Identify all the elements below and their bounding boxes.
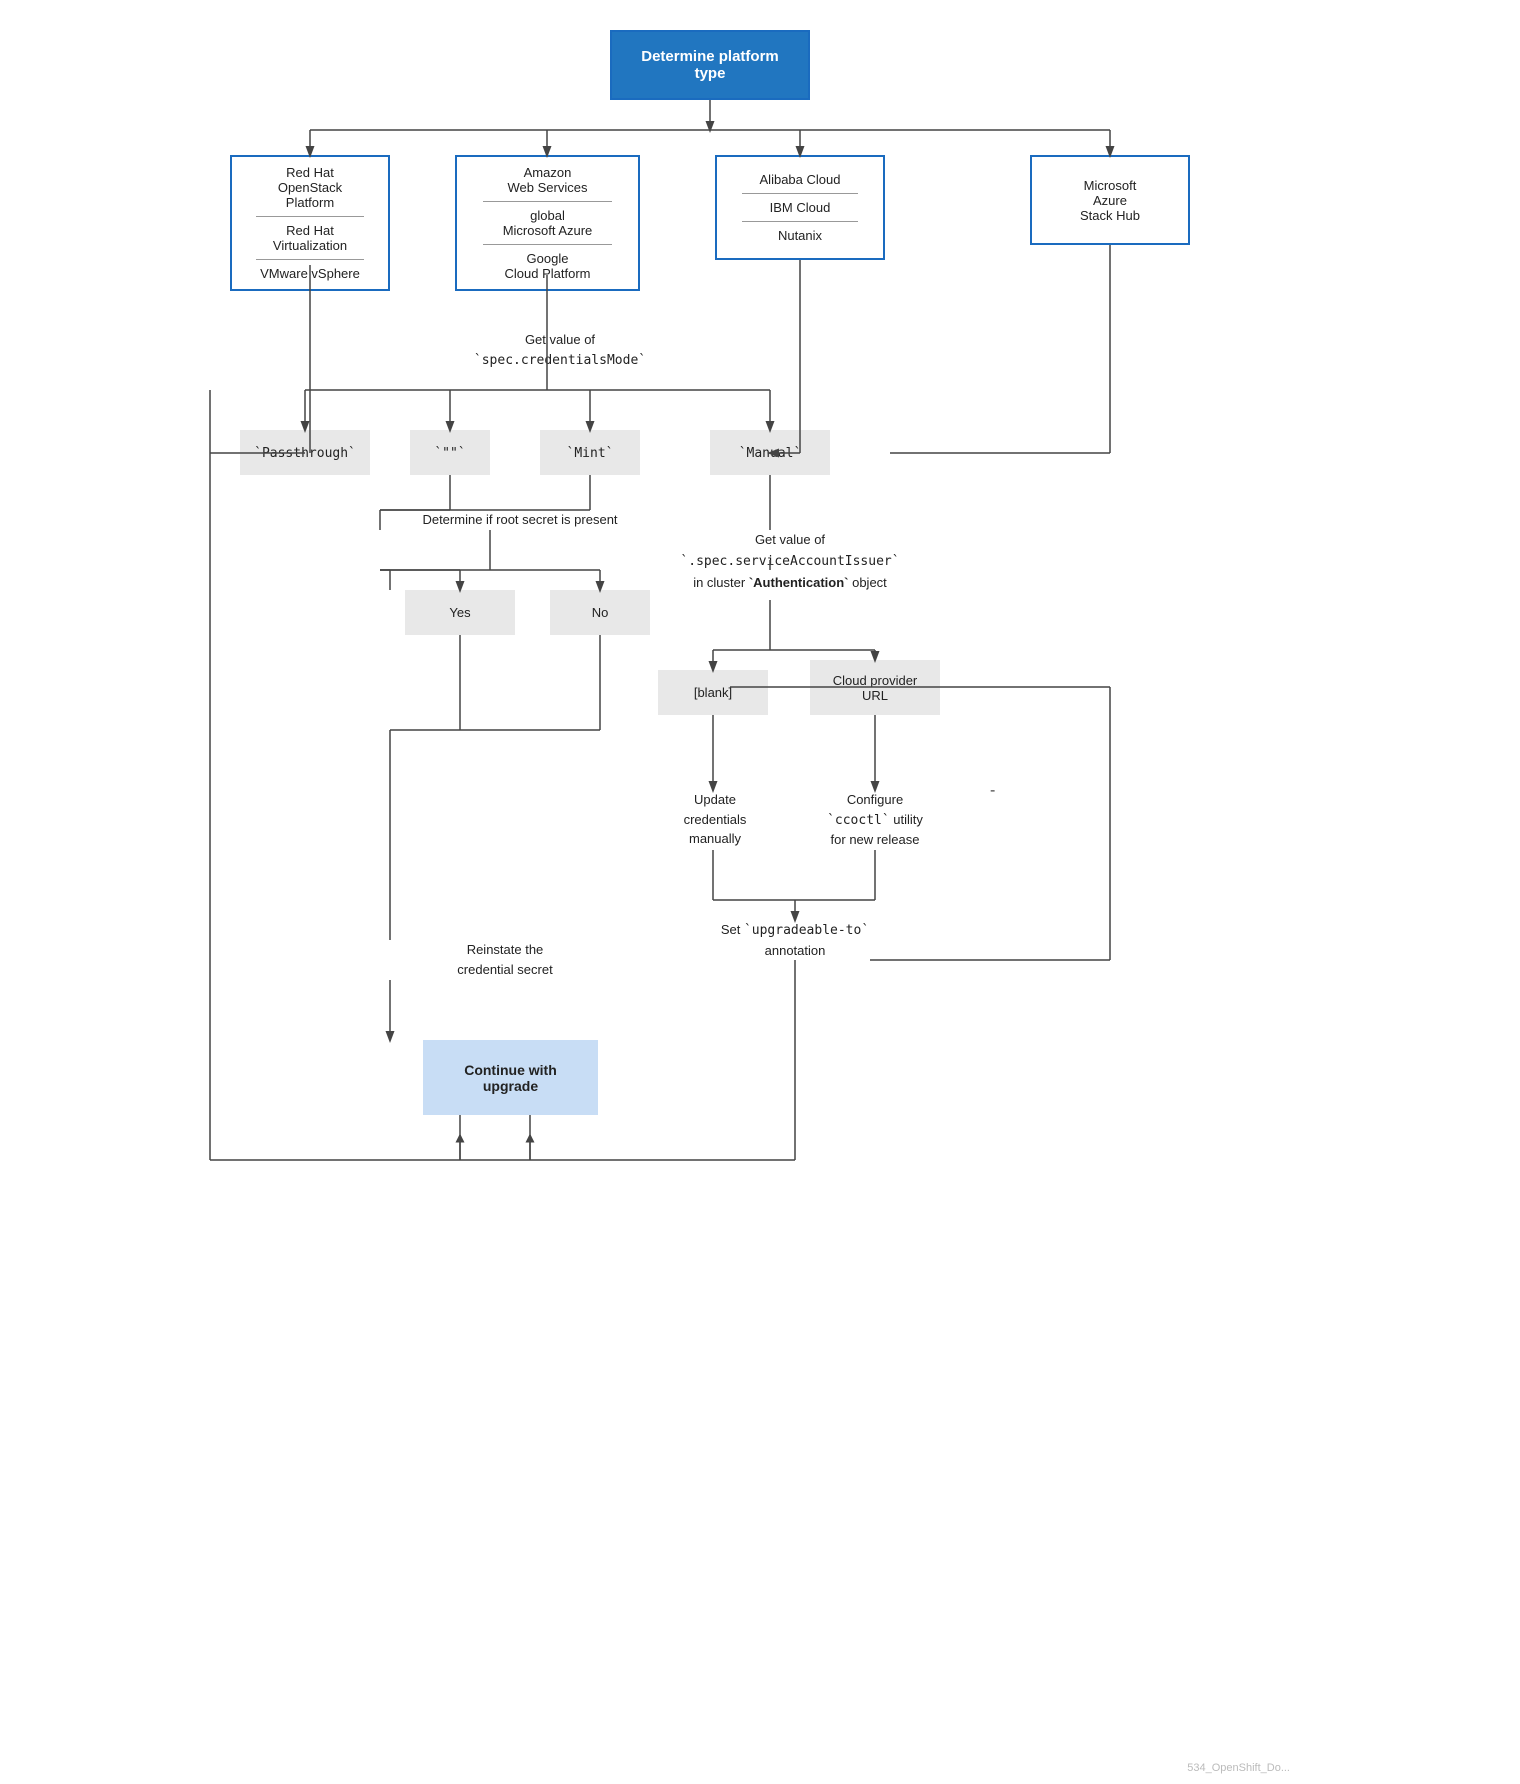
- service-account-issuer-label: Get value of`.spec.serviceAccountIssuer`…: [650, 530, 930, 593]
- configure-ccoctl-label: Configure`ccoctl` utilityfor new release: [810, 790, 940, 850]
- alibaba-item-2: IBM Cloud: [770, 200, 831, 215]
- azure-label: MicrosoftAzureStack Hub: [1080, 178, 1140, 223]
- reinstate-credential-label: Reinstate thecredential secret: [425, 940, 585, 979]
- passthrough-node: `Passthrough`: [240, 430, 370, 475]
- platform-item-1: Red HatOpenStackPlatform: [278, 165, 342, 210]
- manual-node: `Manual`: [710, 430, 830, 475]
- aws-item-2: globalMicrosoft Azure: [503, 208, 593, 238]
- credentials-mode-label: Get value of`spec.credentialsMode`: [420, 330, 700, 370]
- empty-label: `""`: [434, 445, 465, 461]
- cloud-url-label: Cloud providerURL: [833, 673, 918, 703]
- alibaba-item-3: Nutanix: [778, 228, 822, 243]
- continue-with-upgrade-node[interactable]: Continue with upgrade: [423, 1040, 598, 1115]
- yes-label: Yes: [449, 605, 470, 620]
- azure-platform-node: MicrosoftAzureStack Hub: [1030, 155, 1190, 245]
- aws-item-1: AmazonWeb Services: [508, 165, 588, 195]
- no-label: No: [592, 605, 609, 620]
- continue-label: Continue with upgrade: [445, 1062, 576, 1094]
- cloud-provider-url-node: Cloud providerURL: [810, 660, 940, 715]
- empty-quotes-node: `""`: [410, 430, 490, 475]
- determine-platform-type-node: Determine platform type: [610, 30, 810, 100]
- node-label: Determine platform type: [630, 48, 790, 82]
- no-node: No: [550, 590, 650, 635]
- mint-label: `Mint`: [567, 445, 614, 461]
- blank-label: [blank]: [694, 685, 732, 700]
- platform-item-2: Red HatVirtualization: [273, 223, 347, 253]
- passthrough-label: `Passthrough`: [254, 445, 356, 461]
- set-annotation-label: Set `upgradeable-to`annotation: [715, 920, 875, 960]
- aws-platform-node: AmazonWeb Services globalMicrosoft Azure…: [455, 155, 640, 291]
- left-platform-node: Red HatOpenStackPlatform Red HatVirtuali…: [230, 155, 390, 291]
- watermark: 534_OpenShift_Do...: [1187, 1762, 1290, 1774]
- yes-node: Yes: [405, 590, 515, 635]
- root-secret-label: Determine if root secret is present: [405, 510, 635, 530]
- mint-node: `Mint`: [540, 430, 640, 475]
- manual-label: `Manual`: [739, 445, 802, 461]
- platform-item-3: VMware vSphere: [260, 266, 360, 281]
- alibaba-item-1: Alibaba Cloud: [760, 172, 841, 187]
- blank-node: [blank]: [658, 670, 768, 715]
- alibaba-platform-node: Alibaba Cloud IBM Cloud Nutanix: [715, 155, 885, 260]
- aws-item-3: GoogleCloud Platform: [505, 251, 591, 281]
- update-credentials-label: Updatecredentialsmanually: [665, 790, 765, 849]
